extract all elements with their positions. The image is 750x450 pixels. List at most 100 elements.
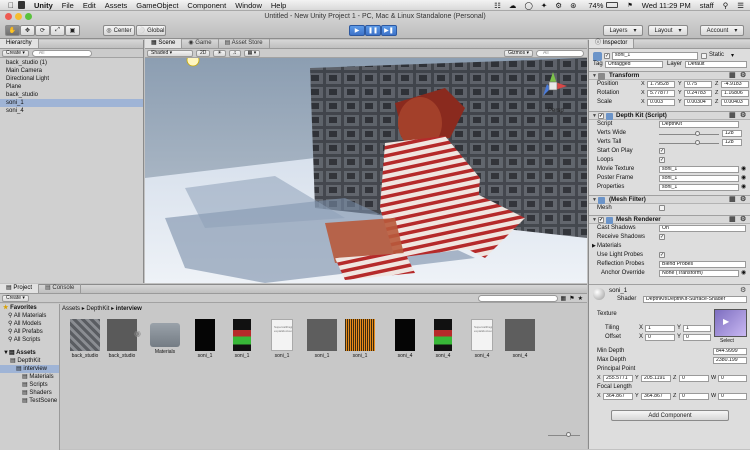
asset-tree-item[interactable]: ▤ Scripts [0,381,59,389]
texture-thumbnail[interactable] [714,309,747,337]
verts-tall-slider-handle[interactable] [695,140,700,145]
scene-effects-dropdown[interactable]: ▦ ▾ [243,49,261,57]
menu-window[interactable]: Window [235,1,262,10]
reflection-probes-dropdown[interactable]: Blend Probes [659,261,746,268]
favorite-item[interactable]: ⚲ All Materials [0,312,59,320]
breadcrumb-interview[interactable]: interview [116,306,142,312]
pause-button[interactable]: ❚❚ [365,25,381,36]
verts-wide-field[interactable]: 128 [722,130,742,137]
persp-label[interactable]: Persp [548,108,564,114]
asset-item[interactable]: soni_1 [307,319,337,359]
scene-search-input[interactable]: All [536,49,584,57]
tiling-x-field[interactable]: 1 [645,325,675,332]
loops-checkbox[interactable]: ✓ [659,157,665,163]
flag-icon[interactable]: ⚑ [627,2,632,9]
asset-tree-item[interactable]: ▤ TestScene [0,397,59,405]
asset-item[interactable]: soni_1 [227,319,257,359]
principal-point-x-field[interactable]: 255.5771 [603,375,633,382]
verts-tall-slider-track[interactable] [659,143,719,144]
asset-item[interactable]: soni_4 [390,319,420,359]
asset-tree-item[interactable]: ▤ interview [0,365,59,373]
account-dropdown[interactable]: Account ▾ [700,25,744,36]
rect-tool-button[interactable]: ▣ [65,25,80,36]
layer-dropdown[interactable]: Default [685,61,747,68]
asset-tree-item[interactable]: ▤ Shaders [0,389,59,397]
favorite-item[interactable]: ⚲ All Models [0,320,59,328]
gear-icon[interactable]: ⚙ [740,286,746,294]
offset-x-field[interactable]: 0 [645,334,675,341]
mesh-filter-header[interactable]: ▼ (Mesh Filter) ▦ ⚙ [589,195,750,204]
tab-console[interactable]: ▤ Console [39,284,82,293]
focal-length-w-field[interactable]: 0 [718,393,747,400]
apple-logo-icon[interactable] [18,1,25,9]
transform-x-field[interactable]: 0.003 [647,99,675,106]
battery-level[interactable]: 74% [588,1,603,10]
notification-icon[interactable]: ☰ [737,1,744,10]
cast-shadows-dropdown[interactable]: On [659,225,746,232]
static-dropdown[interactable]: ▾ [731,52,734,59]
scene-lighting-toggle[interactable]: ☀ [213,49,226,57]
favorite-star-icon[interactable]: ★ [578,295,583,302]
depthkit-enabled-checkbox[interactable]: ✓ [598,113,604,119]
transform-y-field[interactable]: 0.00304 [684,99,712,106]
light-gizmo-icon[interactable] [186,58,200,67]
mesh-field[interactable] [659,205,665,211]
object-name-field[interactable]: soni_1 [612,52,698,60]
menubar-user[interactable]: staff [700,1,714,10]
shading-mode-dropdown[interactable]: Shaded ▾ [147,49,193,57]
favorite-item[interactable]: ⚲ All Scripts [0,336,59,344]
menubar-clock[interactable]: Wed 11:29 PM [642,1,691,10]
thumbnail-size-slider[interactable] [548,435,580,436]
favorites-header[interactable]: ★ Favorites [0,304,59,312]
object-picker-icon[interactable]: ◉ [741,183,746,192]
pivot-global-button[interactable]: ⚪ Global [136,25,166,36]
tab-project[interactable]: ▤ Project [0,284,40,293]
transform-y-field[interactable]: 0.75 [684,81,712,88]
scale-tool-button[interactable]: ⤢ [50,25,65,36]
apple-icon[interactable]:  [8,1,14,10]
menu-help[interactable]: Help [271,1,286,10]
anchor-override-field[interactable]: None (Transform) [659,270,739,277]
movie-texture-field[interactable]: soni_1 [659,166,739,173]
minimize-window-button[interactable] [15,13,22,20]
start-on-play-checkbox[interactable]: ✓ [659,148,665,154]
gear-icon[interactable]: ⚙ [740,112,746,120]
gizmos-dropdown[interactable]: Gizmos ▾ [504,49,533,57]
mode-2d-toggle[interactable]: 2D [196,49,211,57]
min-depth-field[interactable]: 844.9999 [713,348,747,355]
asset-item[interactable]: ◉ back_studio [107,319,141,359]
hand-tool-button[interactable]: ✋ [5,25,20,36]
spotlight-icon[interactable]: ⚲ [723,1,729,10]
book-icon[interactable]: ▦ [729,196,736,204]
breadcrumb-depthkit[interactable]: DepthKit [86,306,109,312]
asset-tree-item[interactable]: ▤ Materials [0,373,59,381]
verts-tall-field[interactable]: 128 [722,139,742,146]
move-tool-button[interactable]: ✥ [20,25,35,36]
focal-length-y-field[interactable]: 364.867 [641,393,671,400]
menu-app-unity[interactable]: Unity [34,1,53,10]
transform-x-field[interactable]: 1.79528 [647,81,675,88]
zoom-window-button[interactable] [25,13,32,20]
asset-item[interactable]: Supercalifragilistic expialidocious soni_… [267,319,297,359]
script-field[interactable]: DepthKit [659,121,739,128]
max-depth-field[interactable]: 2380.199 [713,357,747,364]
depthkit-header[interactable]: ▼ ✓ Depth Kit (Script) ▦ ⚙ [589,111,750,120]
project-search-input[interactable] [477,294,558,302]
tab-hierarchy[interactable]: Hierarchy [0,39,39,48]
static-checkbox[interactable] [701,53,707,59]
shader-dropdown[interactable]: DepthKit/DepthKit-Surface-Shader [643,296,747,303]
assets-header[interactable]: ▼▤ Assets [0,349,59,357]
status-icons[interactable]: ☷ ☁ ◯ ✦ ⚙ ⊛ [494,1,579,10]
tab-scene[interactable]: ▦ Scene [145,39,183,48]
tab-inspector[interactable]: ⓘ Inspector [589,39,635,48]
scene-viewport[interactable]: Persp [145,58,587,283]
transform-header[interactable]: ▼ Transform ▦ ⚙ [589,71,750,80]
book-icon[interactable]: ▦ [729,216,736,224]
hierarchy-item[interactable]: Main Camera [0,67,143,75]
object-picker-icon[interactable]: ◉ [741,269,746,278]
hierarchy-search-input[interactable]: All [31,49,92,57]
gear-icon[interactable]: ⚙ [740,196,746,204]
book-icon[interactable]: ▦ [729,112,736,120]
hierarchy-item[interactable]: soni_1 [0,99,143,107]
principal-point-y-field[interactable]: 205.1191 [641,375,671,382]
